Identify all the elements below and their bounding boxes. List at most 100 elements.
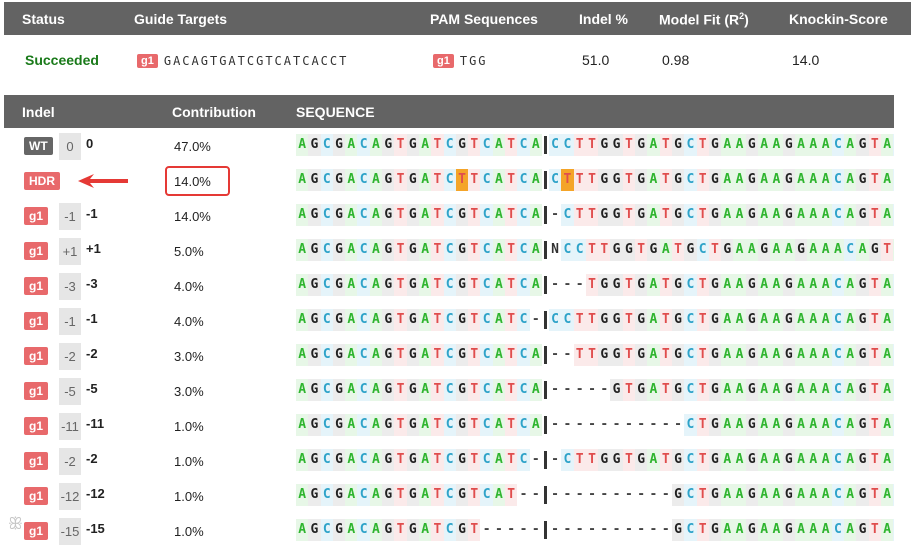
model-fit-close: ) [744,11,749,28]
allele-sequence: AGCGACAGTGATCGTCATCANCCTTGGTGATGCTGAAGAA… [296,239,894,261]
indel-size-box: -2 [59,448,81,475]
indel-size-box: -3 [59,273,81,300]
col-model-fit-header[interactable]: Model Fit (R2) [659,11,749,28]
guide-label: g1 [24,242,49,260]
cut-site-marker [543,310,547,329]
guide-label: g1 [24,347,49,365]
allele-sequence: AGCGACAGTGATCGTCATCA-CTTGGTGATGCTGAAGAAG… [296,204,894,226]
guide-label: g1 [24,277,49,295]
indel-size-box: -12 [59,483,81,510]
indel-size-box: +1 [59,238,81,265]
contribution-value: 1.0% [174,454,204,469]
indel-size-box: 0 [59,133,81,160]
pam-sequence: TGG [459,54,488,68]
summary-header: Status Guide Targets PAM Sequences Indel… [4,2,911,35]
cut-site-marker [543,240,547,259]
allele-row: g1 -2 -2 3.0% A G C G A C A G T G A T C G T C A T C A - - T T G G T G A T… [4,338,894,373]
indel-size-box: -1 [59,203,81,230]
allele-sequence: AGCGACAGTGATCGTCATC--CTTGGTGATGCTGAAGAAG… [296,449,894,471]
indel-size: -1 [86,311,98,326]
col-status-header[interactable]: Status [22,11,65,27]
cut-site-marker [543,205,547,224]
indel-size: -1 [86,206,98,221]
guide-tag: g1 [137,54,158,68]
allele-sequence: AGCGACAGTGATCGTCATCA--TTGGTGATGCTGAAGAAG… [296,344,894,366]
pointer-arrow-icon [78,174,128,188]
model-fit-value: 0.98 [662,52,690,68]
cut-site-marker [543,380,547,399]
allele-row: g1 -3 -3 4.0% A G C G A C A G T G A T C G T C A T C A - - - T G G T G A T… [4,268,894,303]
contribution-value: 5.0% [174,244,204,259]
guide-label: g1 [24,417,49,435]
allele-row: g1 -15 -15 1.0% A G C G A C A G T G A T C G T - - - - - - - - - - - - -… [4,513,894,546]
cut-site-marker [543,415,547,434]
cut-site-marker [543,520,547,539]
hdr-label: HDR [24,172,60,190]
cut-site-marker [543,485,547,504]
contribution-value: 1.0% [174,524,204,539]
allele-sequence: AGCGACAGTGATCGTCAT------------GCTGAAGAAG… [296,484,894,506]
contribution-value: 47.0% [174,139,211,154]
allele-sequence: AGCGACAGTGATCGTCATCA-----GTGATGCTGAAGAAG… [296,379,894,401]
indel-size: 0 [86,136,94,151]
indel-size: -12 [86,486,105,501]
contribution-value: 3.0% [174,384,204,399]
allele-row: g1 -2 -2 1.0% A G C G A C A G T G A T C G T C A T C - - C T T G G T G A T… [4,443,894,478]
indel-size-box: -11 [59,413,81,440]
alleles-header: Indel Contribution SEQUENCE [4,95,894,128]
allele-row: WT 0 0 47.0% A G C G A C A G T G A T C G T C A T C A C C T T G G T G A T G… [4,128,894,163]
indel-size: -11 [86,416,105,431]
indel-size-box: -1 [59,308,81,335]
contribution-value: 3.0% [174,349,204,364]
allele-sequence: AGCGACAGTGATCGTCATC-CCTTGGTGATGCTGAAGAAG… [296,309,894,331]
indel-size: -2 [86,346,98,361]
status-succeeded: Succeeded [25,52,99,68]
col-pam-header[interactable]: PAM Sequences [430,11,538,27]
indel-size: -2 [86,451,98,466]
knockin-value: 14.0 [792,52,820,68]
col-guide-targets-header[interactable]: Guide Targets [134,11,227,27]
watermark-logo: ꕥ [8,516,23,533]
allele-row: g1 -5 -5 3.0% A G C G A C A G T G A T C G T C A T C A - - - - - G T G A T… [4,373,894,408]
guide-label: g1 [24,452,49,470]
col-sequence-header[interactable]: SEQUENCE [296,104,375,120]
allele-row: g1 +1 +1 5.0% A G C G A C A G T G A T C G T C A T C A N C C T T G G T G A… [4,233,894,268]
indel-size: -3 [86,276,98,291]
allele-sequence: AGCGACAGTGATCGTCATCA---TGGTGATGCTGAAGAAG… [296,274,894,296]
allele-row: g1 -11 -11 1.0% A G C G A C A G T G A T C G T C A T C A - - - - - - - -… [4,408,894,443]
cut-site-marker [543,345,547,364]
contribution-value: 4.0% [174,314,204,329]
pam-tag: g1 [433,54,454,68]
wt-label: WT [24,137,53,155]
allele-row: g1 -1 -1 14.0% A G C G A C A G T G A T C G T C A T C A - C T T G G T G A… [4,198,894,233]
cut-site-marker [543,135,547,154]
indel-size-box: -15 [59,518,81,545]
allele-sequence: AGCGACAGTGATCGT---------------GCTGAAGAAG… [296,519,894,541]
guide-target-cell: g1 GACAGTGATCGTCATCACCT [137,52,348,68]
indel-size: +1 [86,241,101,256]
contribution-value: 14.0% [174,209,211,224]
contribution-value: 1.0% [174,489,204,504]
allele-row: HDR 14.0% A G C G A C A G T G A T C T T C A T C A C T T T G G T G A T G C… [4,163,894,198]
cut-site-marker [543,275,547,294]
allele-row: g1 -12 -12 1.0% A G C G A C A G T G A T C G T C A T - - - - - - - - - -… [4,478,894,513]
col-indel-header[interactable]: Indel % [579,11,628,27]
model-fit-label: Model Fit (R [659,11,740,28]
allele-sequence: AGCGACAGTGATCTTCATCACTTTGGTGATGCTGAAGAAG… [296,169,894,191]
allele-row: g1 -1 -1 4.0% A G C G A C A G T G A T C G T C A T C - C C T T G G T G A T… [4,303,894,338]
guide-label: g1 [24,312,49,330]
col-contribution-header[interactable]: Contribution [172,104,256,120]
guide-label: g1 [24,382,49,400]
col-indel-header[interactable]: Indel [22,104,55,120]
col-knockin-header[interactable]: Knockin-Score [789,11,888,27]
pam-cell: g1 TGG [433,52,488,68]
indel-size-box: -5 [59,378,81,405]
cut-site-marker [543,170,547,189]
indel-size: -5 [86,381,98,396]
cut-site-marker [543,450,547,469]
allele-sequence: AGCGACAGTGATCGTCATCACCTTGGTGATGCTGAAGAAG… [296,134,894,156]
summary-row: Succeeded g1 GACAGTGATCGTCATCACCT g1 TGG 5… [4,35,911,87]
guide-label: g1 [24,522,49,540]
contribution-value: 14.0% [174,174,211,189]
guide-label: g1 [24,207,49,225]
